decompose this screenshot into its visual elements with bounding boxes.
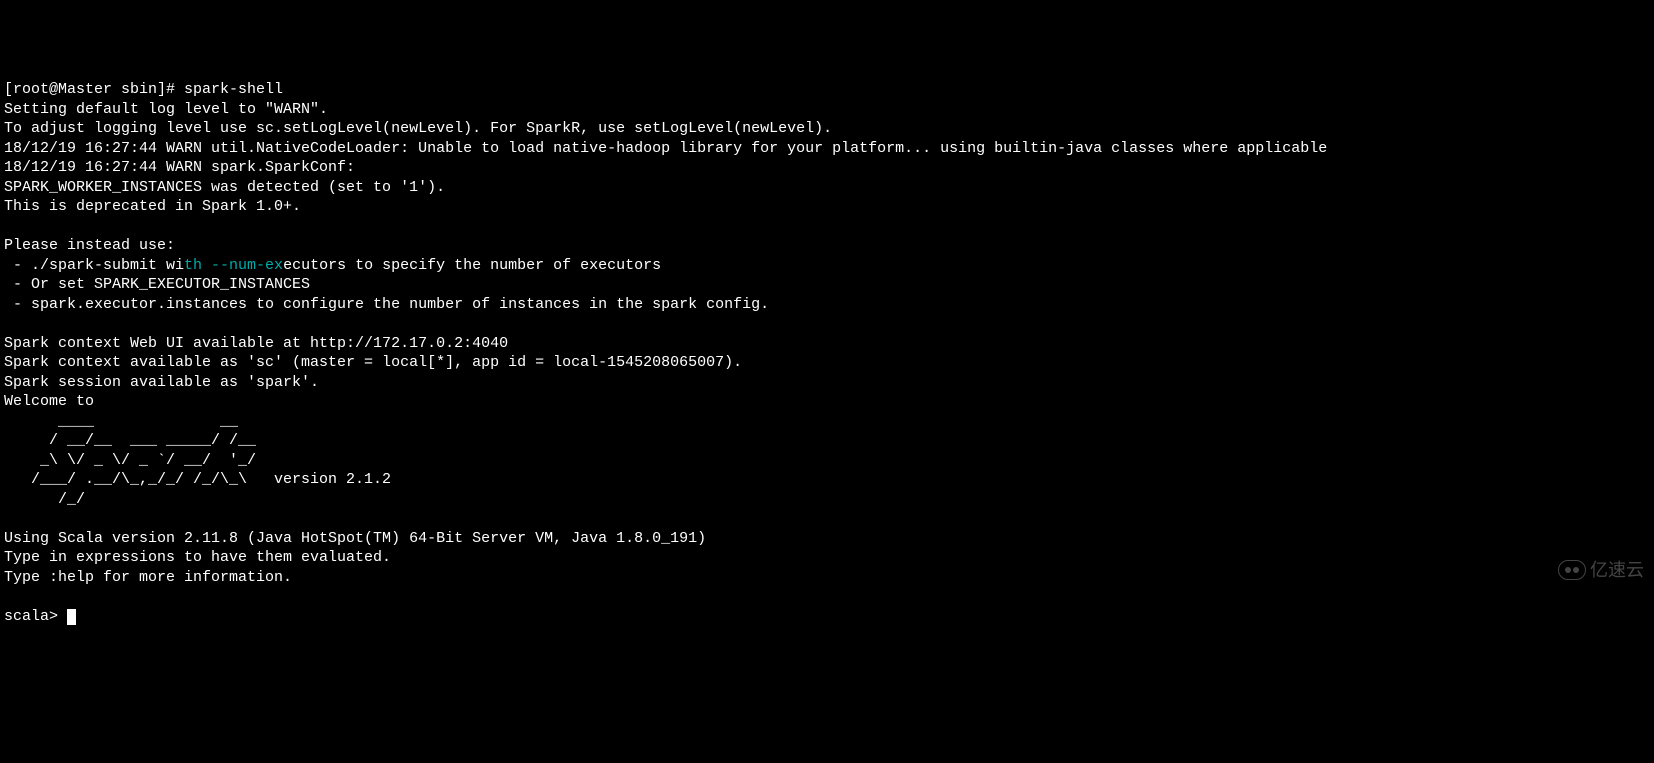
output-line: 18/12/19 16:27:44 WARN util.NativeCodeLo… bbox=[4, 139, 1650, 159]
ascii-art-line: _\ \/ _ \/ _ `/ __/ '_/ bbox=[4, 451, 1650, 471]
output-line: - ./spark-submit with --num-executors to… bbox=[4, 256, 1650, 276]
output-line: Spark context available as 'sc' (master … bbox=[4, 353, 1650, 373]
output-line: To adjust logging level use sc.setLogLev… bbox=[4, 119, 1650, 139]
output-line bbox=[4, 314, 1650, 334]
ascii-art-line: / __/__ ___ _____/ /__ bbox=[4, 431, 1650, 451]
output-line: Spark session available as 'spark'. bbox=[4, 373, 1650, 393]
terminal-output[interactable]: [root@Master sbin]# spark-shellSetting d… bbox=[4, 80, 1650, 626]
output-line: Type :help for more information. bbox=[4, 568, 1650, 588]
shell-prompt: [root@Master sbin]# bbox=[4, 81, 184, 98]
output-line: Setting default log level to "WARN". bbox=[4, 100, 1650, 120]
ascii-art-line: ____ __ bbox=[4, 412, 1650, 432]
output-line bbox=[4, 217, 1650, 237]
output-line: Please instead use: bbox=[4, 236, 1650, 256]
output-line bbox=[4, 587, 1650, 607]
output-line: - spark.executor.instances to configure … bbox=[4, 295, 1650, 315]
output-line: 18/12/19 16:27:44 WARN spark.SparkConf: bbox=[4, 158, 1650, 178]
prompt-line: [root@Master sbin]# spark-shell bbox=[4, 80, 1650, 100]
output-line: This is deprecated in Spark 1.0+. bbox=[4, 197, 1650, 217]
ascii-art-line: /_/ bbox=[4, 490, 1650, 510]
watermark: 亿速云 bbox=[1558, 559, 1644, 582]
watermark-text: 亿速云 bbox=[1590, 559, 1644, 582]
scala-prompt-line[interactable]: scala> bbox=[4, 607, 1650, 627]
cursor-icon bbox=[67, 609, 76, 625]
scala-prompt: scala> bbox=[4, 608, 67, 625]
cloud-icon bbox=[1558, 560, 1586, 580]
output-line: - Or set SPARK_EXECUTOR_INSTANCES bbox=[4, 275, 1650, 295]
output-line bbox=[4, 509, 1650, 529]
output-line: Type in expressions to have them evaluat… bbox=[4, 548, 1650, 568]
command: spark-shell bbox=[184, 81, 283, 98]
output-line: SPARK_WORKER_INSTANCES was detected (set… bbox=[4, 178, 1650, 198]
ascii-art-line: /___/ .__/\_,_/_/ /_/\_\ version 2.1.2 bbox=[4, 470, 1650, 490]
output-line: Welcome to bbox=[4, 392, 1650, 412]
output-line: Spark context Web UI available at http:/… bbox=[4, 334, 1650, 354]
highlighted-text: th --num-ex bbox=[184, 257, 283, 274]
output-line: Using Scala version 2.11.8 (Java HotSpot… bbox=[4, 529, 1650, 549]
